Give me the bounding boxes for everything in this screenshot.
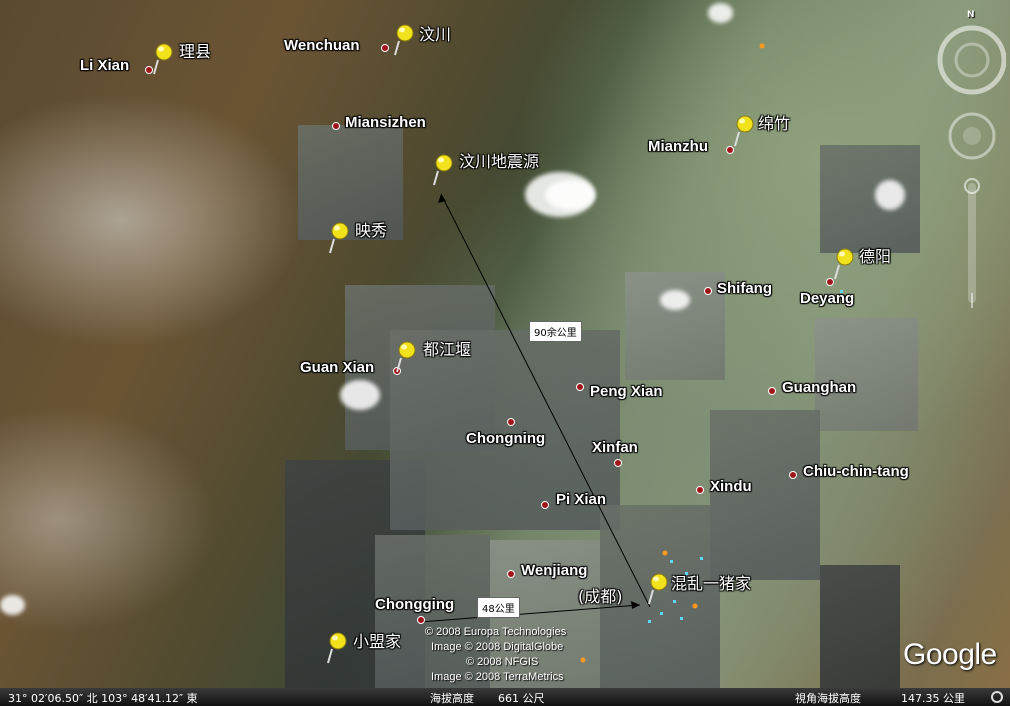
city-label-chiu-chin-tang[interactable]: Chiu-chin-tang — [803, 463, 909, 480]
pointer-coordinates: 31° 02′06.50″ 北 103° 48′41.12″ 東 — [8, 692, 198, 705]
pushpin-icon[interactable] — [324, 221, 350, 255]
city-label-xindu[interactable]: Xindu — [710, 478, 752, 495]
pushpin-icon[interactable] — [148, 42, 174, 76]
city-label-pi-xian[interactable]: Pi Xian — [556, 491, 606, 508]
placemark-label-epicenter[interactable]: 汶川地震源 — [459, 148, 539, 172]
placemark-label-lixian[interactable]: 理县 — [179, 38, 211, 62]
google-logo: Google — [903, 638, 997, 671]
city-dot[interactable] — [417, 616, 425, 624]
placemark-label-chengdu-sub: (成都) — [578, 587, 623, 606]
satellite-map[interactable]: Li Xian Wenchuan Miansizhen Mianzhu Shif… — [0, 0, 1010, 706]
city-dot[interactable] — [704, 287, 712, 295]
placemark-label-mianzhu[interactable]: 绵竹 — [758, 110, 790, 134]
city-label-miansizhen[interactable]: Miansizhen — [345, 114, 426, 131]
copyright-line: Image © 2008 TerraMetrics — [431, 671, 564, 683]
pushpin-icon[interactable] — [829, 247, 855, 281]
eye-altitude-label: 視角海拔高度 — [795, 692, 861, 705]
city-dot[interactable] — [768, 387, 776, 395]
look-joystick-icon[interactable] — [948, 112, 996, 160]
pushpin-icon[interactable] — [428, 153, 454, 187]
copyright-line: Image © 2008 DigitalGlobe — [431, 641, 564, 653]
placemark-label-yingxiu[interactable]: 映秀 — [355, 217, 387, 241]
pushpin-icon[interactable] — [391, 340, 417, 374]
zoom-slider-icon[interactable] — [964, 178, 980, 308]
city-label-wenjiang[interactable]: Wenjiang — [521, 562, 587, 579]
pushpin-icon[interactable] — [322, 631, 348, 665]
compass-ring-icon[interactable] — [937, 25, 1007, 95]
city-label-chongning[interactable]: Chongning — [466, 430, 545, 447]
status-bar: 31° 02′06.50″ 北 103° 48′41.12″ 東 海拔高度 66… — [0, 688, 1010, 706]
city-label-deyang[interactable]: Deyang — [800, 290, 854, 307]
elevation-value: 661 公尺 — [498, 692, 545, 705]
eye-altitude-value: 147.35 公里 — [901, 692, 965, 705]
city-label-xinfan[interactable]: Xinfan — [592, 439, 638, 456]
placemark-label-dujiangyan[interactable]: 都江堰 — [423, 336, 471, 360]
placemark-label-chengdu[interactable]: 混乱一猪家 — [671, 570, 751, 594]
city-dot[interactable] — [507, 418, 515, 426]
city-label-peng-xian[interactable]: Peng Xian — [590, 383, 663, 400]
placemark-label-deyang[interactable]: 德阳 — [859, 243, 891, 267]
city-label-guan-xian[interactable]: Guan Xian — [300, 359, 374, 376]
pushpin-icon[interactable] — [389, 23, 415, 57]
city-label-shifang[interactable]: Shifang — [717, 280, 772, 297]
city-dot[interactable] — [696, 486, 704, 494]
city-dot[interactable] — [614, 459, 622, 467]
city-dot[interactable] — [332, 122, 340, 130]
city-label-wenchuan[interactable]: Wenchuan — [284, 37, 360, 54]
city-dot[interactable] — [507, 570, 515, 578]
streaming-indicator-icon — [991, 691, 1003, 703]
city-label-mianzhu[interactable]: Mianzhu — [648, 138, 708, 155]
placemark-label-xiaomeng[interactable]: 小盟家 — [353, 628, 401, 652]
pushpin-icon[interactable] — [729, 114, 755, 148]
placemark-label-wenchuan[interactable]: 汶川 — [419, 21, 451, 45]
pushpin-icon[interactable] — [643, 572, 669, 606]
city-label-chongqing[interactable]: Chongging — [375, 596, 454, 613]
city-dot[interactable] — [576, 383, 584, 391]
city-dot[interactable] — [541, 501, 549, 509]
distance-label-48km: 48公里 — [477, 597, 520, 618]
elevation-label: 海拔高度 — [430, 692, 474, 705]
city-label-li-xian[interactable]: Li Xian — [80, 57, 129, 74]
compass-north-label: N — [967, 10, 975, 20]
copyright-line: © 2008 NFGIS — [466, 656, 539, 668]
copyright-line: © 2008 Europa Technologies — [425, 626, 567, 638]
distance-label-90km: 90余公里 — [529, 321, 582, 342]
city-label-guanghan[interactable]: Guanghan — [782, 379, 856, 396]
city-dot[interactable] — [381, 44, 389, 52]
navigation-controls: N — [934, 8, 1007, 308]
city-dot[interactable] — [789, 471, 797, 479]
